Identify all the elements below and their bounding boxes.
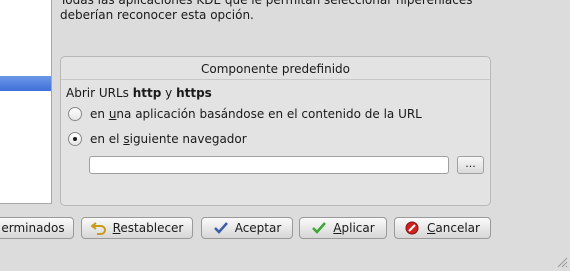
cancel-button-label: Cancelar [427, 221, 480, 235]
category-list-selected-item[interactable] [0, 76, 51, 91]
reset-button[interactable]: Restablecer [81, 217, 193, 239]
resize-grip-icon[interactable] [556, 256, 568, 268]
undo-arrow-icon [89, 221, 107, 235]
apply-button-label: Aplicar [333, 221, 375, 235]
description-line-2: deberían reconocer esta opción. [60, 8, 254, 22]
checkmark-icon [213, 221, 229, 235]
option-browser-radio[interactable] [68, 132, 82, 146]
reset-button-label: Restablecer [112, 221, 184, 235]
cancel-button[interactable]: Cancelar [394, 217, 491, 239]
open-urls-label: Abrir URLs http y https [66, 86, 212, 100]
cancel-icon [405, 221, 421, 235]
apply-button[interactable]: Aplicar [299, 217, 387, 239]
option-application-radio[interactable] [68, 107, 82, 121]
group-divider [61, 79, 490, 80]
category-list[interactable] [0, 0, 52, 204]
description-text: Todas las aplicaciones KDE que le permit… [60, 0, 560, 23]
ok-button-label: Aceptar [234, 221, 282, 235]
defaults-button[interactable]: erminados [0, 217, 74, 239]
option-browser-row[interactable]: en el siguiente navegador [68, 132, 247, 146]
urls-http: http [132, 86, 162, 100]
group-title: Componente predefinido [201, 62, 350, 76]
browse-button[interactable]: ... [457, 156, 484, 174]
defaults-button-label: erminados [1, 221, 65, 235]
urls-and: y [161, 86, 177, 100]
green-checkmark-icon [311, 221, 327, 235]
description-line-1: Todas las aplicaciones KDE que le permit… [60, 0, 473, 7]
option-browser-label[interactable]: en el siguiente navegador [90, 132, 247, 146]
browser-command-field[interactable] [89, 156, 449, 174]
ok-button[interactable]: Aceptar [201, 217, 293, 239]
urls-https: https [176, 86, 212, 100]
urls-prefix: Abrir URLs [66, 86, 133, 100]
option-application-label[interactable]: en una aplicación basándose en el conten… [90, 107, 422, 121]
option-application-row[interactable]: en una aplicación basándose en el conten… [68, 107, 422, 121]
